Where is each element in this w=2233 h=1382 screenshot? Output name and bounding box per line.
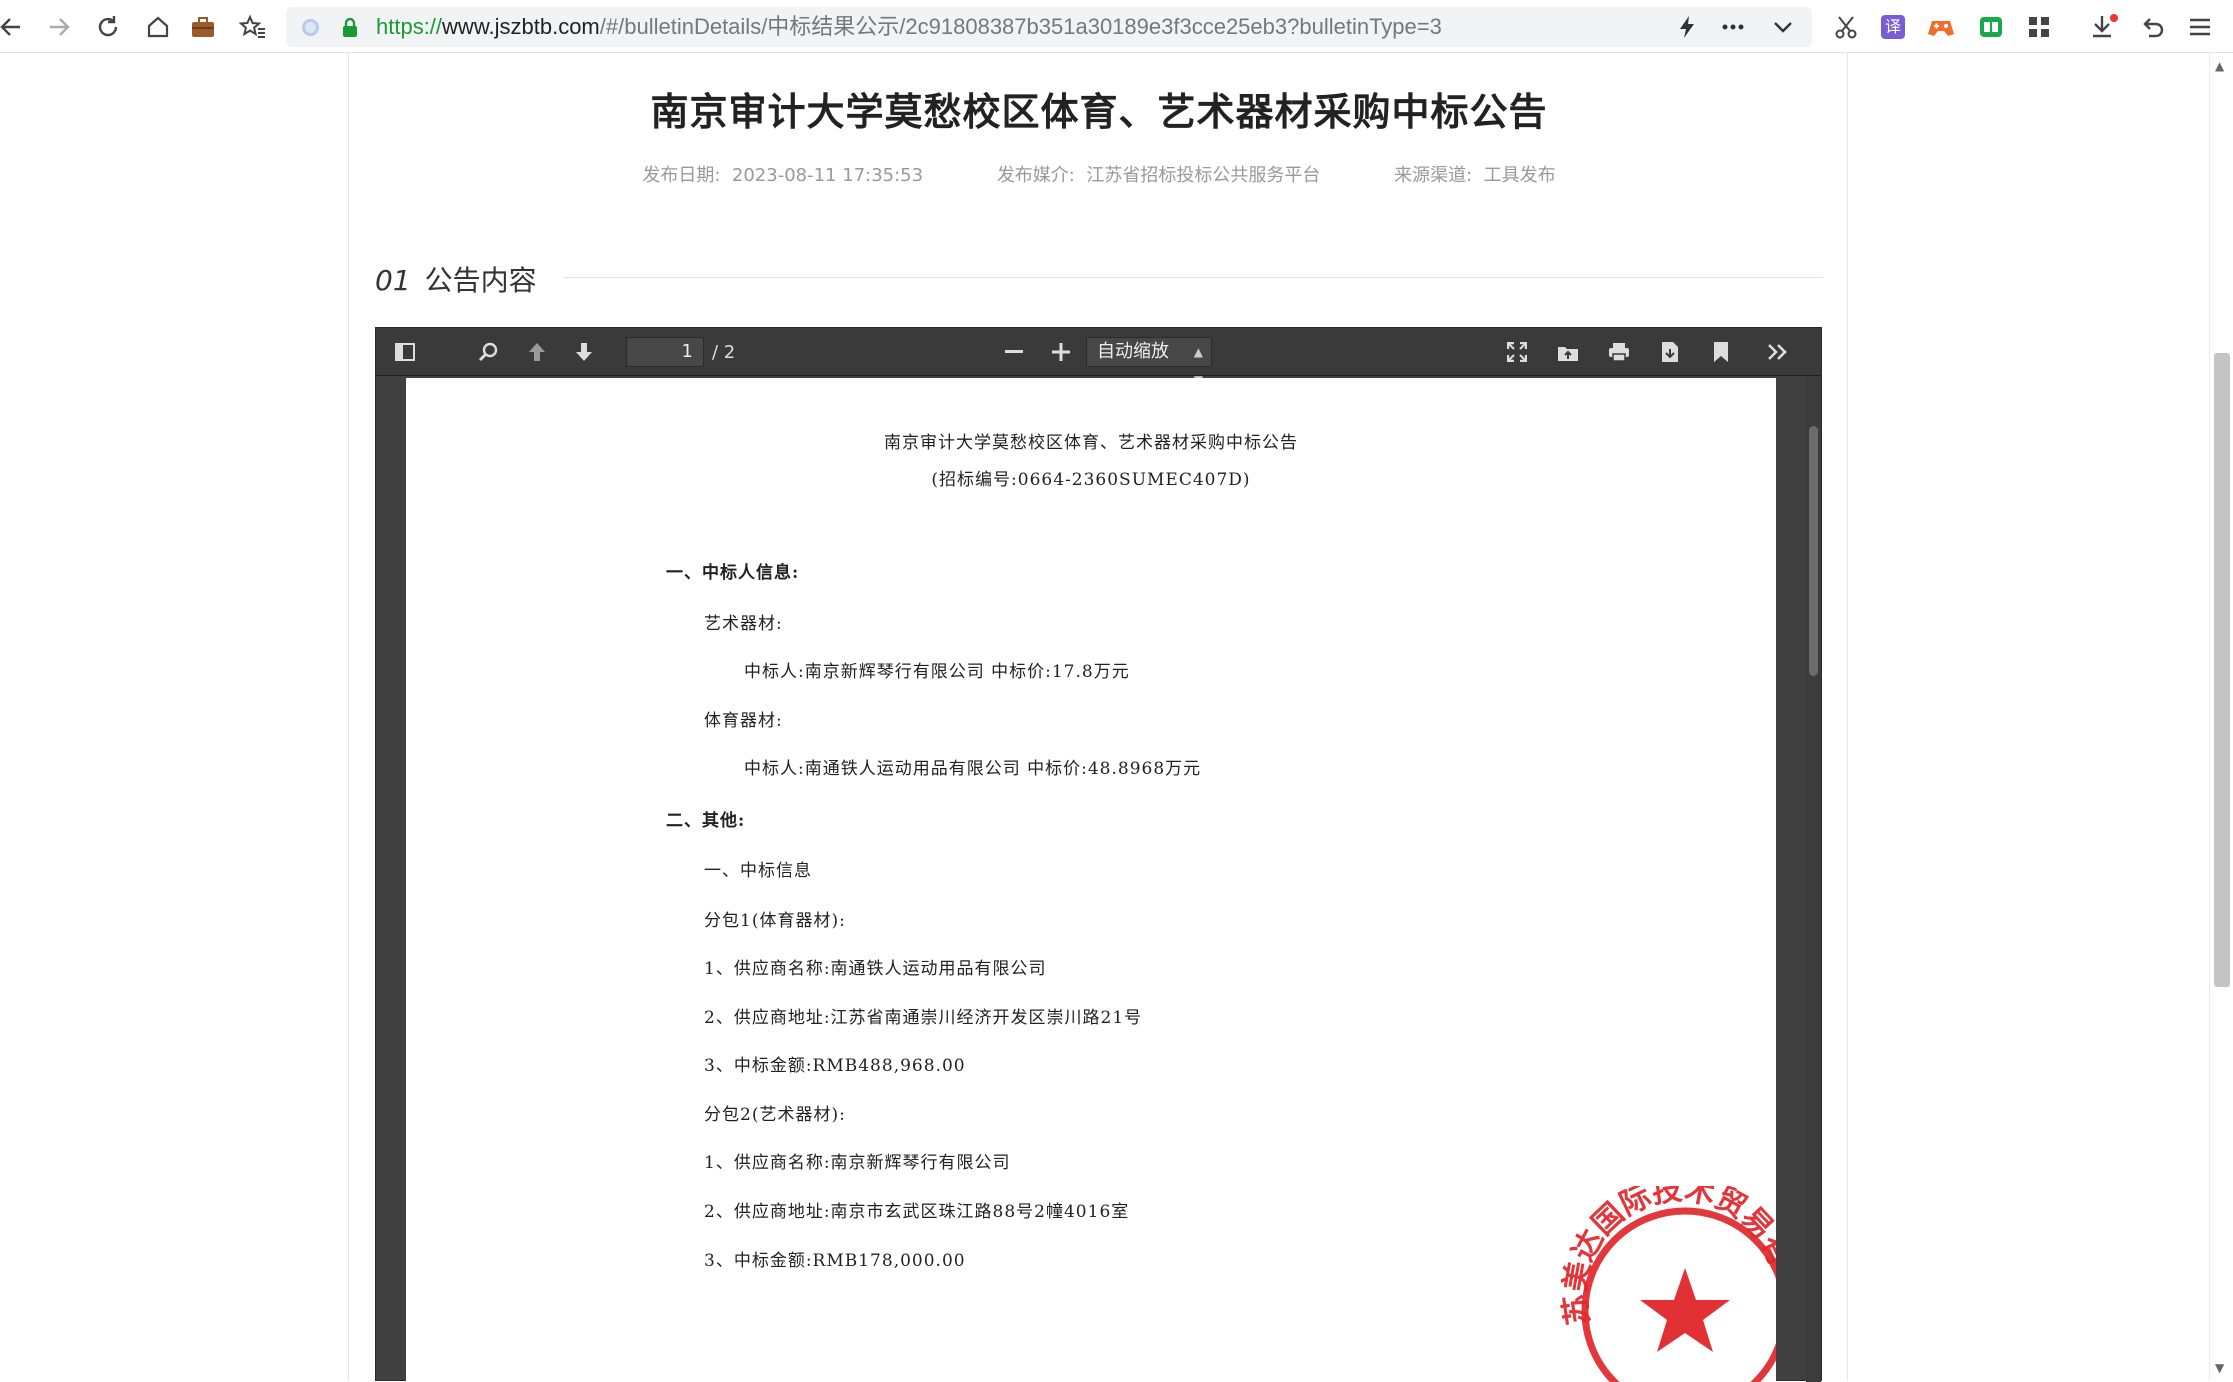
page-title: 南京审计大学莫愁校区体育、艺术器材采购中标公告 <box>650 90 1548 134</box>
url-protocol: https:// <box>376 14 443 39</box>
pdf-line: 3、中标金额:RMB178,000.00 <box>704 1251 966 1271</box>
publish-date: 发布日期: 2023-08-11 17:35:53 <box>642 165 923 186</box>
home-icon[interactable] <box>139 8 177 46</box>
page-number-input[interactable]: 1 <box>626 337 704 367</box>
translate-glyph: 译 <box>1881 15 1905 39</box>
pdf-line: 一、中标信息 <box>704 861 812 881</box>
page-total: / 2 <box>712 342 736 363</box>
bookmark-icon[interactable] <box>1705 337 1737 367</box>
url-path: /#/bulletinDetails/中标结果公示/2c91808387b351… <box>599 14 1442 39</box>
pdf-line: 2、供应商地址:江苏省南通崇川经济开发区崇川路21号 <box>704 1008 1143 1028</box>
company-seal-stamp: 苏美达国际技术贸易有 <box>1560 1186 1776 1382</box>
source-label: 来源渠道: <box>1394 165 1473 186</box>
pdf-line: 一、中标人信息: <box>666 563 800 583</box>
media-value: 江苏省招标投标公共服务平台 <box>1086 165 1321 186</box>
pdf-line: 体育器材: <box>704 711 783 731</box>
print-icon[interactable] <box>1603 337 1635 367</box>
gamepad-icon[interactable] <box>1922 8 1960 46</box>
zoom-select[interactable]: 自动缩放 ▲▼ <box>1086 337 1212 387</box>
pdf-line: 分包2(艺术器材): <box>704 1105 846 1125</box>
section-heading: 01 公告内容 <box>375 259 537 299</box>
briefcase-icon[interactable] <box>184 8 222 46</box>
scroll-down-icon[interactable]: ▼ <box>2215 1361 2224 1375</box>
article-meta: 发布日期: 2023-08-11 17:35:53 发布媒介: 江苏省招标投标公… <box>349 161 1849 187</box>
pdf-line: 中标人:南通铁人运动用品有限公司 中标价:48.8968万元 <box>744 759 1202 779</box>
zoom-out-icon[interactable] <box>998 337 1030 367</box>
scissors-icon[interactable] <box>1827 8 1865 46</box>
lightning-icon[interactable] <box>1671 11 1703 43</box>
scroll-up-icon[interactable]: ▲ <box>2215 59 2224 73</box>
section-divider <box>563 277 1823 278</box>
previous-page-icon[interactable] <box>521 337 553 367</box>
pdf-line: 2、供应商地址:南京市玄武区珠江路88号2幢4016室 <box>704 1202 1130 1222</box>
media-label: 发布媒介: <box>996 165 1075 186</box>
lock-icon <box>342 17 358 42</box>
save-icon[interactable] <box>1654 337 1686 367</box>
pdf-toolbar: 1 / 2 自动缩放 ▲▼ <box>376 328 1821 387</box>
forward-icon[interactable] <box>40 8 78 46</box>
publish-date-value: 2023-08-11 17:35:53 <box>731 165 924 186</box>
search-icon[interactable] <box>472 337 504 367</box>
pdf-line: 1、供应商名称:南通铁人运动用品有限公司 <box>704 959 1047 979</box>
apps-icon[interactable] <box>2020 8 2058 46</box>
publish-date-label: 发布日期: <box>642 165 721 186</box>
sidebar-toggle-icon[interactable] <box>389 337 421 367</box>
menu-icon[interactable] <box>2181 8 2219 46</box>
section-number: 01 <box>375 264 411 297</box>
pdf-viewer: 1 / 2 自动缩放 ▲▼ 南京审计大学莫愁校区体育、 <box>375 327 1822 1382</box>
undo-icon[interactable] <box>2134 8 2172 46</box>
address-bar[interactable]: https://www.jszbtb.com/#/bulletinDetails… <box>286 7 1812 47</box>
source-value: 工具发布 <box>1483 165 1556 186</box>
source-channel: 来源渠道: 工具发布 <box>1394 165 1556 186</box>
url-host: www.jszbtb.com <box>442 14 600 39</box>
tools-expand-icon[interactable] <box>1762 337 1794 367</box>
section-title: 公告内容 <box>424 264 537 297</box>
pdf-line: 艺术器材: <box>704 614 783 634</box>
site-info-icon[interactable] <box>302 19 319 36</box>
pdf-page: 南京审计大学莫愁校区体育、艺术器材采购中标公告 (招标编号:0664-2360S… <box>406 378 1776 1382</box>
publish-media: 发布媒介: 江苏省招标投标公共服务平台 <box>997 165 1321 186</box>
back-icon[interactable] <box>0 8 30 46</box>
pdf-bid-number: (招标编号:0664-2360SUMEC407D) <box>931 470 1251 490</box>
pdf-line: 3、中标金额:RMB488,968.00 <box>704 1056 966 1076</box>
open-file-icon[interactable] <box>1552 337 1584 367</box>
zoom-in-icon[interactable] <box>1045 337 1077 367</box>
reload-icon[interactable] <box>89 8 127 46</box>
url-text[interactable]: https://www.jszbtb.com/#/bulletinDetails… <box>376 13 1442 41</box>
pdf-line: 二、其他: <box>666 811 746 831</box>
fullscreen-icon[interactable] <box>1501 337 1533 367</box>
pdf-line: 中标人:南京新辉琴行有限公司 中标价:17.8万元 <box>744 662 1130 682</box>
more-icon[interactable] <box>1717 11 1749 43</box>
page-scroll-thumb[interactable] <box>2214 353 2230 987</box>
page-scrollbar[interactable]: ▲ ▼ <box>2209 53 2233 1381</box>
pdf-title: 南京审计大学莫愁校区体育、艺术器材采购中标公告 <box>884 433 1298 453</box>
pdf-line: 分包1(体育器材): <box>704 911 846 931</box>
translate-icon[interactable]: 译 <box>1874 8 1912 46</box>
next-page-icon[interactable] <box>568 337 600 367</box>
pdf-scroll-thumb[interactable] <box>1809 426 1818 676</box>
reader-icon[interactable] <box>1972 8 2010 46</box>
pdf-line: 1、供应商名称:南京新辉琴行有限公司 <box>704 1153 1011 1173</box>
chevron-down-icon[interactable] <box>1767 11 1799 43</box>
zoom-value: 自动缩放 <box>1097 341 1169 362</box>
download-icon[interactable] <box>2085 8 2123 46</box>
pdf-scrollbar[interactable] <box>1806 376 1821 1382</box>
browser-toolbar: https://www.jszbtb.com/#/bulletinDetails… <box>0 0 2233 53</box>
favorites-icon[interactable] <box>234 8 272 46</box>
